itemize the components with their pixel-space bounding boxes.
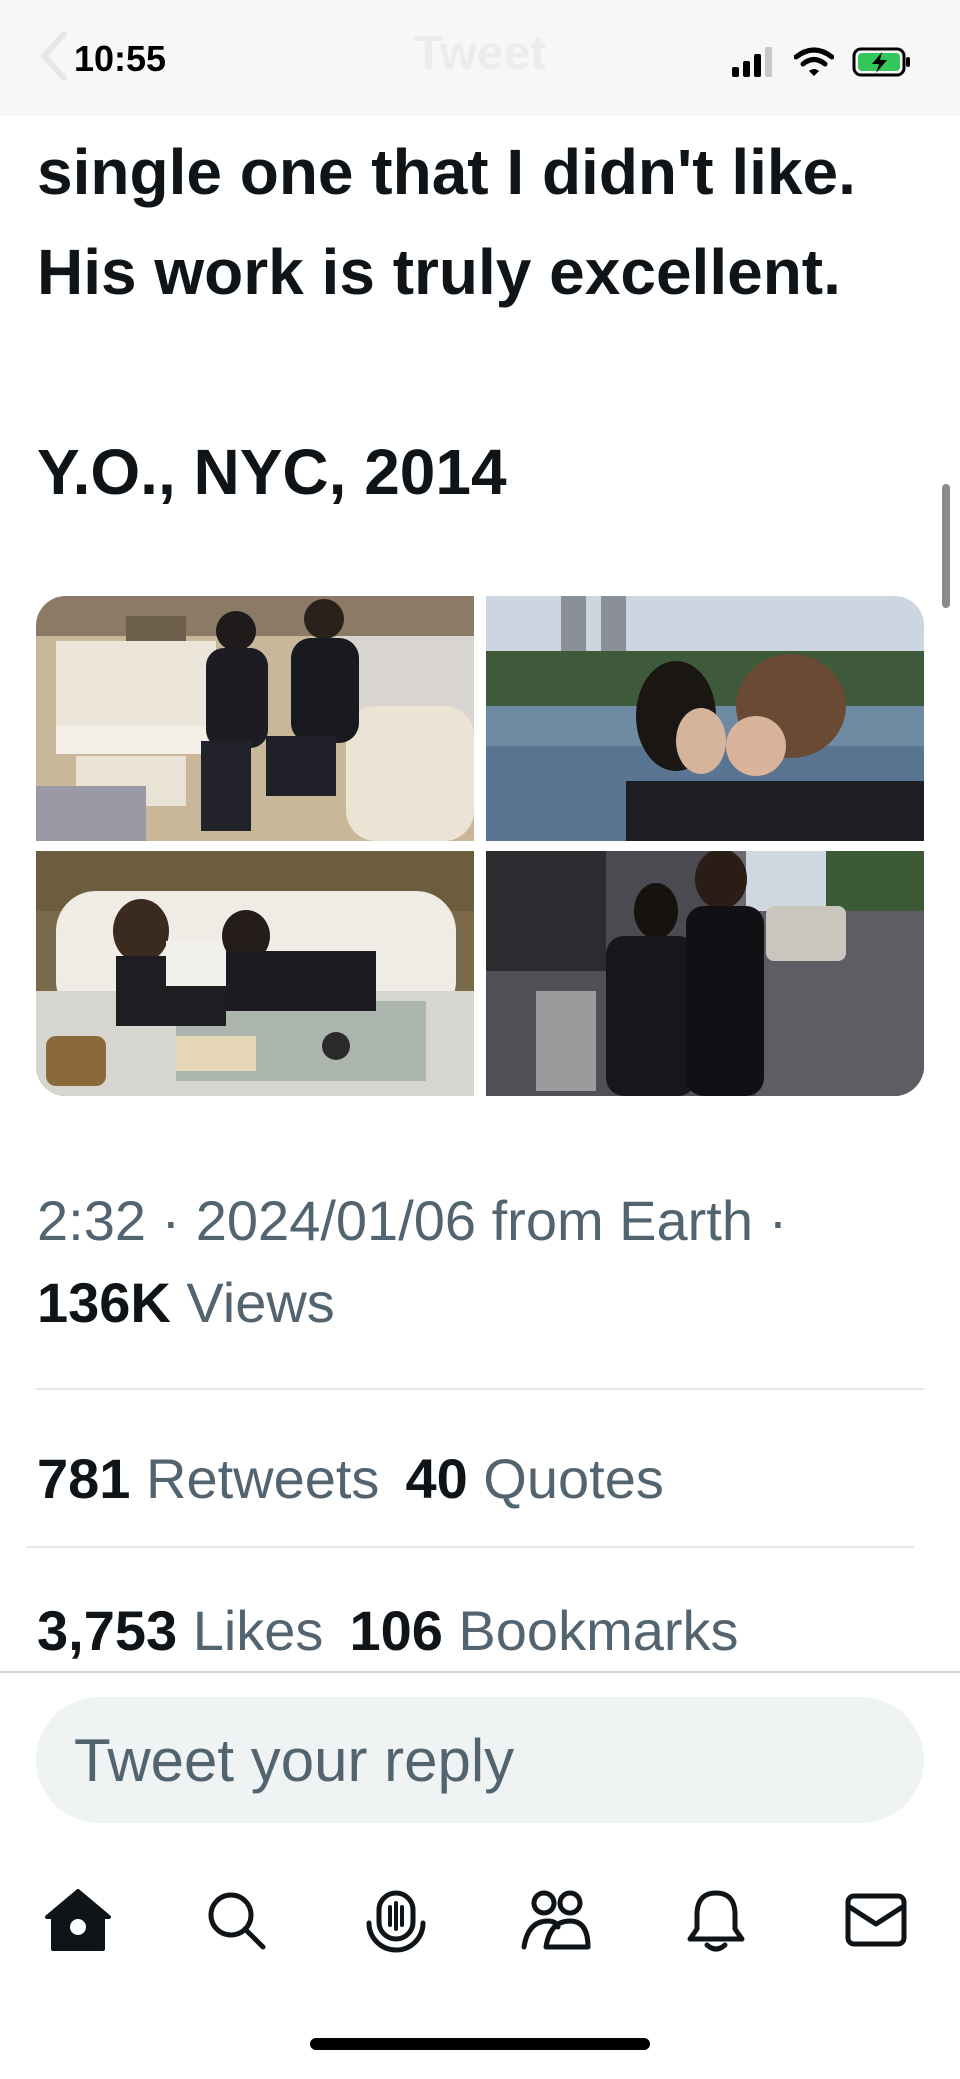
spaces-icon [366, 1890, 426, 1953]
photo-sofa-reading[interactable] [36, 851, 474, 1096]
bookmarks-link[interactable]: 106 Bookmarks [349, 1599, 738, 1662]
tab-notifications[interactable] [676, 1880, 756, 1960]
likes-label: Likes [177, 1599, 324, 1662]
cellular-signal-icon [732, 47, 772, 77]
wifi-icon [794, 47, 834, 76]
tab-messages[interactable] [836, 1880, 916, 1960]
tweet-meta: 2:32 · 2024/01/06 from Earth · [37, 1188, 787, 1253]
tweet-time[interactable]: 2:32 [37, 1189, 146, 1252]
views-label: Views [170, 1271, 335, 1334]
divider [36, 1388, 924, 1390]
tweet-source: from Earth [476, 1189, 754, 1252]
likes-count: 3,753 [37, 1599, 178, 1662]
separator: · [146, 1189, 196, 1252]
tab-bar [0, 1880, 960, 1960]
home-icon [45, 1889, 111, 1951]
quotes-count: 40 [405, 1447, 468, 1510]
search-icon [208, 1892, 266, 1950]
photo-street-couple[interactable] [486, 851, 924, 1096]
retweets-label: Retweets [130, 1447, 380, 1510]
tweet-views[interactable]: 136K Views [37, 1270, 335, 1335]
reply-divider [0, 1671, 960, 1673]
divider [26, 1546, 914, 1548]
tab-home[interactable] [38, 1880, 118, 1960]
battery-charging-icon [852, 47, 910, 77]
tweet-text-line: His work is truly excellent. [37, 236, 841, 308]
retweets-link[interactable]: 781 Retweets [37, 1447, 379, 1510]
media-grid [36, 596, 924, 1096]
notifications-icon [687, 1890, 745, 1952]
separator: · [753, 1189, 788, 1252]
retweets-count: 781 [37, 1447, 131, 1510]
tweet-text-line: Y.O., NYC, 2014 [37, 436, 507, 508]
home-indicator[interactable] [310, 2038, 650, 2050]
stats-row-retweets: 781 Retweets 40 Quotes [37, 1446, 664, 1511]
tab-spaces[interactable] [356, 1880, 436, 1960]
quotes-label: Quotes [467, 1447, 664, 1510]
tweet-text-line: single one that I didn't like. [37, 136, 856, 208]
reply-input[interactable]: Tweet your reply [36, 1697, 924, 1823]
scrollbar[interactable] [942, 484, 950, 608]
likes-link[interactable]: 3,753 Likes [37, 1599, 323, 1662]
photo-piano[interactable] [36, 596, 474, 841]
tab-search[interactable] [196, 1880, 276, 1960]
bookmarks-count: 106 [349, 1599, 443, 1662]
status-bar: Tweet 10:55 [0, 0, 960, 116]
photo-kiss-lake[interactable] [486, 596, 924, 841]
stats-row-likes: 3,753 Likes 106 Bookmarks [37, 1598, 739, 1663]
tab-communities[interactable] [516, 1880, 596, 1960]
communities-icon [521, 1890, 591, 1950]
status-icons [732, 44, 912, 80]
status-time: 10:55 [74, 38, 167, 79]
messages-icon [845, 1893, 907, 1947]
views-count: 136K [37, 1271, 171, 1334]
bookmarks-label: Bookmarks [442, 1599, 739, 1662]
quotes-link[interactable]: 40 Quotes [405, 1447, 663, 1510]
tweet-date[interactable]: 2024/01/06 [196, 1189, 476, 1252]
